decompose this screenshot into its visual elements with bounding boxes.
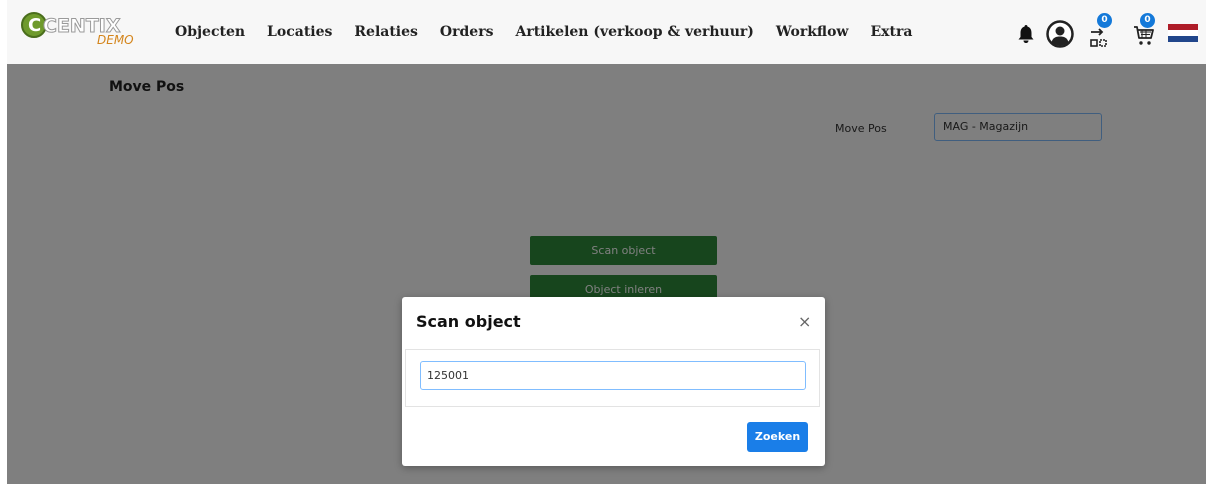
scan-object-dialog: Scan object × 125001 Zoeken (402, 297, 825, 466)
main-nav: Objecten Locaties Relaties Orders Artike… (175, 0, 934, 64)
dialog-body: 125001 (405, 349, 820, 407)
nav-orders[interactable]: Orders (440, 24, 494, 40)
dialog-title: Scan object (416, 312, 521, 331)
user-circle-icon[interactable] (1046, 20, 1074, 48)
nav-artikelen[interactable]: Artikelen (verkoop & verhuur) (515, 24, 753, 40)
top-navbar: C CENTIX DEMO Objecten Locaties Relaties… (7, 0, 1206, 64)
nav-extra[interactable]: Extra (871, 24, 913, 40)
app-window: C CENTIX DEMO Objecten Locaties Relaties… (7, 0, 1206, 484)
nav-workflow[interactable]: Workflow (776, 24, 849, 40)
close-icon[interactable]: × (798, 312, 811, 331)
nav-locaties[interactable]: Locaties (267, 24, 332, 40)
nav-relaties[interactable]: Relaties (354, 24, 418, 40)
object-code-input[interactable]: 125001 (420, 361, 806, 390)
transfer-count-badge: 0 (1097, 13, 1112, 28)
centix-logo[interactable]: C CENTIX DEMO (21, 10, 141, 50)
cart-count-badge: 0 (1140, 13, 1155, 28)
nav-objecten[interactable]: Objecten (175, 24, 245, 40)
zoeken-button[interactable]: Zoeken (747, 422, 808, 452)
shopping-cart-icon[interactable] (1133, 25, 1155, 47)
logo-demo-label: DEMO (97, 33, 134, 47)
bell-icon[interactable] (1018, 25, 1034, 43)
transfer-cart-icon[interactable] (1090, 27, 1112, 49)
dutch-flag-icon[interactable] (1168, 24, 1198, 42)
